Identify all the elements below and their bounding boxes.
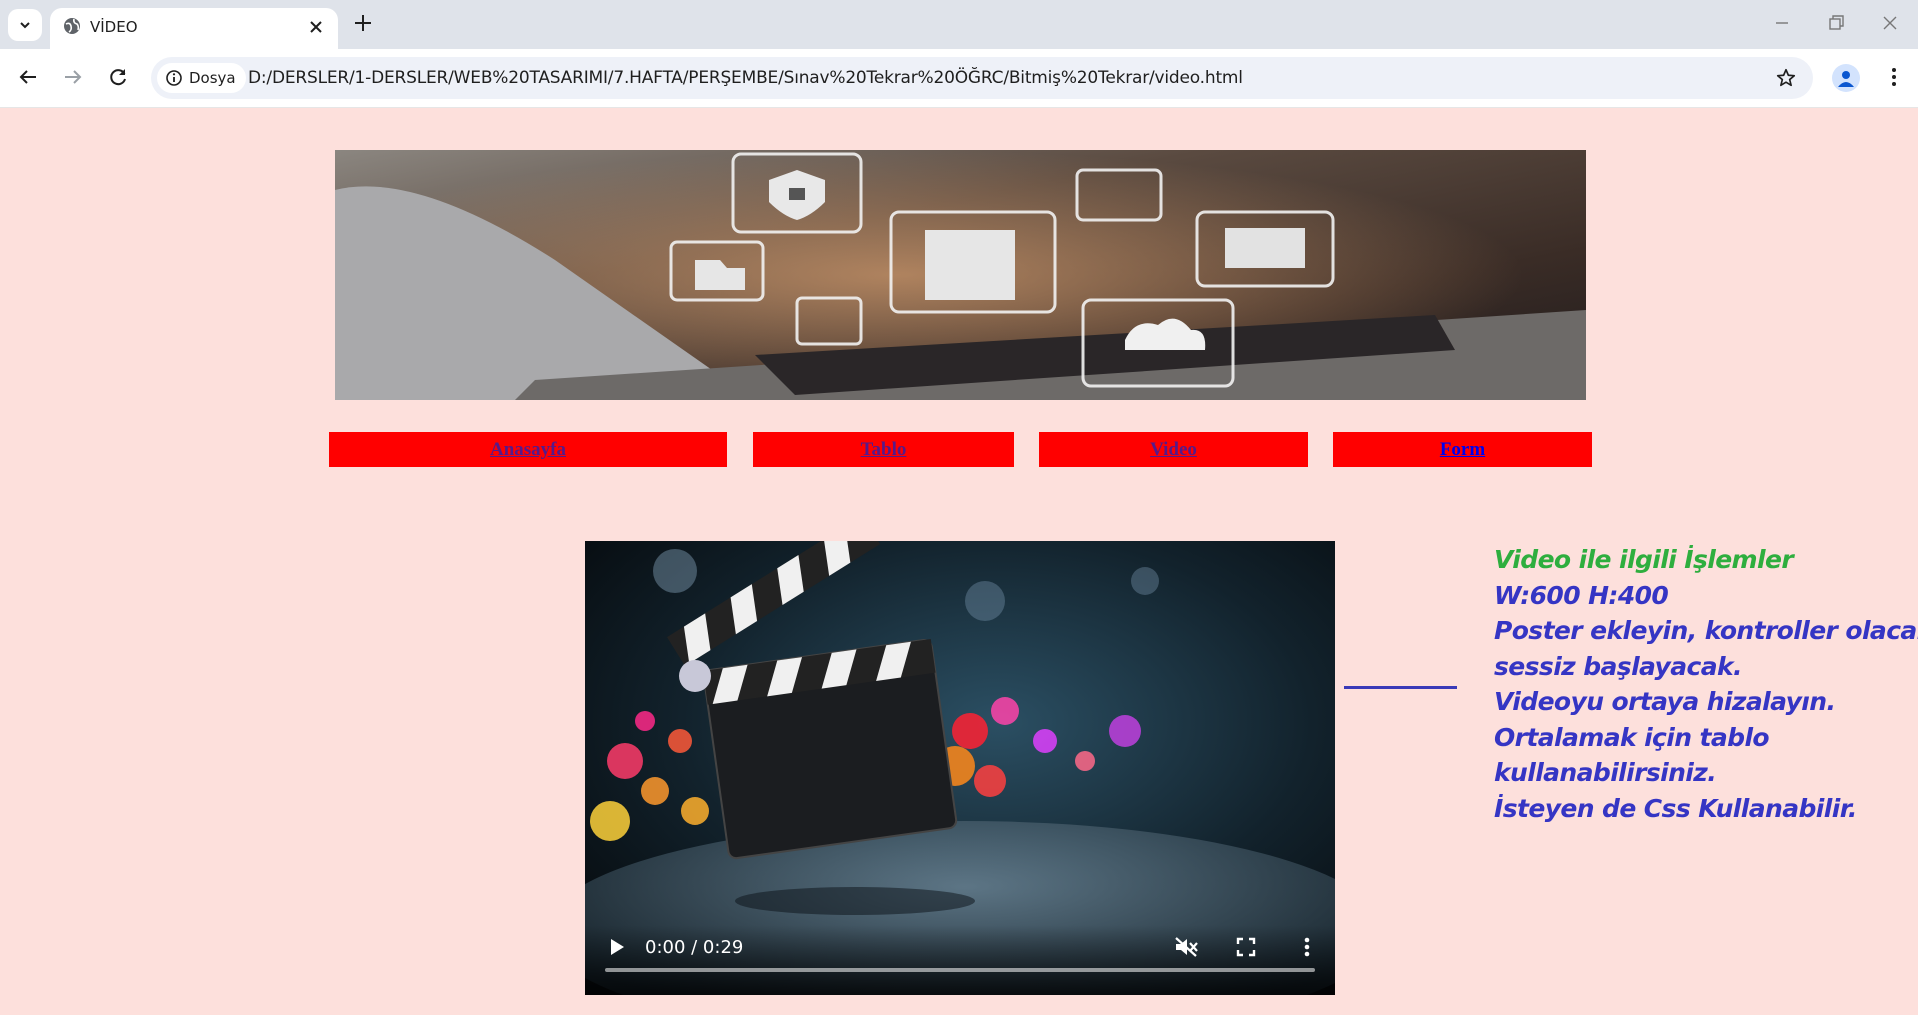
nav-link-form[interactable]: Form bbox=[1440, 439, 1485, 461]
browser-toolbar: Dosya D:/DERSLER/1-DERSLER/WEB%20TASARIM… bbox=[0, 49, 1918, 108]
tab-search-button[interactable] bbox=[8, 9, 42, 41]
video-time: 0:00 / 0:29 bbox=[645, 937, 744, 958]
nav-link-video[interactable]: Video bbox=[1150, 439, 1197, 461]
forward-arrow-icon[interactable] bbox=[61, 65, 85, 89]
notes-line: W:600 H:400 bbox=[1494, 580, 1669, 610]
minimize-icon[interactable] bbox=[1772, 13, 1792, 33]
video-controls: 0:00 / 0:29 bbox=[585, 925, 1335, 995]
site-chip-label: Dosya bbox=[189, 69, 236, 87]
more-options-icon[interactable] bbox=[1297, 935, 1317, 959]
bookmark-star-icon[interactable] bbox=[1775, 67, 1797, 89]
nav-item-video[interactable]: Video bbox=[1039, 432, 1308, 467]
video-player[interactable]: 0:00 / 0:29 bbox=[585, 541, 1335, 995]
notes-heading: Video ile ilgili İşlemler bbox=[1494, 545, 1794, 574]
chevron-down-icon bbox=[20, 22, 30, 29]
nav-item-form[interactable]: Form bbox=[1333, 432, 1592, 467]
url-text[interactable]: D:/DERSLER/1-DERSLER/WEB%20TASARIMI/7.HA… bbox=[248, 68, 1243, 88]
fullscreen-icon[interactable] bbox=[1235, 936, 1257, 958]
nav-link-tablo[interactable]: Tablo bbox=[861, 439, 907, 461]
video-progress-bar[interactable] bbox=[605, 968, 1315, 972]
new-tab-icon[interactable] bbox=[352, 12, 374, 34]
header-banner-image bbox=[335, 150, 1586, 400]
address-bar[interactable]: Dosya D:/DERSLER/1-DERSLER/WEB%20TASARIM… bbox=[151, 57, 1813, 99]
person-icon bbox=[1838, 71, 1854, 87]
tab-title: VİDEO bbox=[90, 18, 138, 36]
task-notes: Video ile ilgili İşlemler W:600 H:400 Po… bbox=[1494, 542, 1918, 826]
info-icon bbox=[166, 70, 182, 86]
play-icon[interactable] bbox=[607, 937, 627, 957]
restore-icon[interactable] bbox=[1826, 13, 1846, 33]
tab-strip: VİDEO bbox=[0, 0, 1918, 49]
nav-item-tablo[interactable]: Tablo bbox=[753, 432, 1014, 467]
reload-icon[interactable] bbox=[106, 65, 130, 89]
window-close-icon[interactable] bbox=[1880, 13, 1900, 33]
profile-avatar[interactable] bbox=[1832, 64, 1860, 92]
back-arrow-icon[interactable] bbox=[16, 65, 40, 89]
notes-line: Ortalamak için tablo bbox=[1494, 722, 1770, 752]
nav-link-anasayfa[interactable]: Anasayfa bbox=[490, 439, 566, 461]
close-icon[interactable] bbox=[306, 17, 326, 37]
notes-line: Videoyu ortaya hizalayın. bbox=[1494, 687, 1836, 716]
browser-menu-icon[interactable] bbox=[1884, 65, 1904, 89]
notes-line: Poster ekleyin, kontroller olacak bbox=[1494, 616, 1918, 645]
globe-icon bbox=[64, 18, 80, 34]
nav-item-anasayfa[interactable]: Anasayfa bbox=[329, 432, 727, 467]
browser-tab[interactable]: VİDEO bbox=[50, 8, 338, 49]
site-info-chip[interactable]: Dosya bbox=[157, 63, 246, 93]
notes-line: sessiz başlayacak. bbox=[1494, 651, 1743, 681]
muted-volume-icon[interactable] bbox=[1173, 935, 1199, 959]
notes-line: kullanabilirsiniz. bbox=[1494, 758, 1717, 787]
notes-line: İsteyen de Css Kullanabilir. bbox=[1494, 793, 1857, 823]
horizontal-rule bbox=[1344, 686, 1457, 689]
